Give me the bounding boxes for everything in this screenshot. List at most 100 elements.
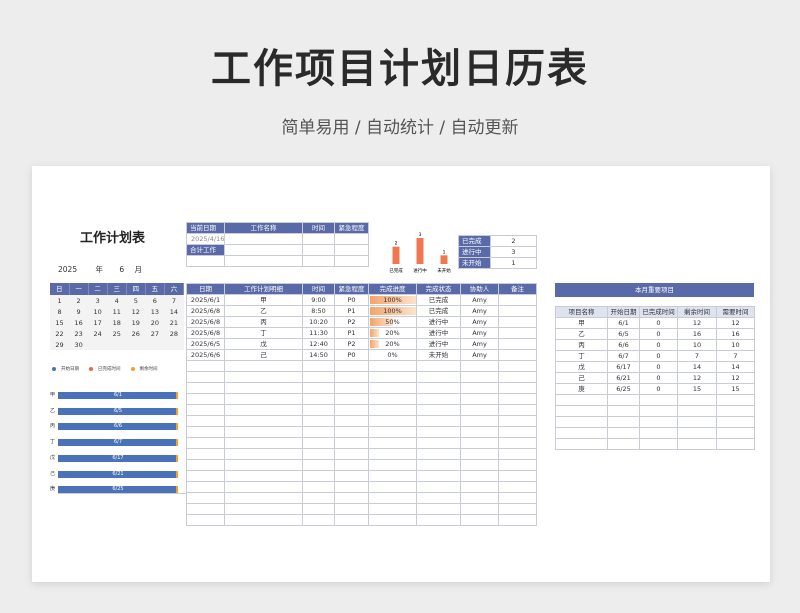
task-cell-state[interactable]: 已完成 — [416, 294, 461, 306]
task-empty-cell[interactable] — [224, 415, 303, 427]
task-empty-cell[interactable] — [368, 415, 417, 427]
project-empty-cell[interactable] — [716, 427, 755, 439]
task-progress-cell[interactable]: 100% — [368, 305, 417, 317]
task-empty-cell[interactable] — [498, 382, 537, 394]
task-cell-helper[interactable]: Amy — [460, 305, 499, 317]
task-empty-cell[interactable] — [302, 481, 335, 493]
task-cell-priority[interactable]: P1 — [334, 327, 369, 339]
calendar-day[interactable]: 20 — [145, 317, 165, 328]
project-empty-cell[interactable] — [677, 438, 717, 450]
calendar-day[interactable]: 13 — [145, 306, 165, 317]
project-cell-name[interactable]: 戊 — [555, 361, 608, 373]
project-cell-remain[interactable]: 15 — [677, 383, 717, 395]
task-empty-cell[interactable] — [224, 448, 303, 460]
task-empty-cell[interactable] — [498, 404, 537, 416]
project-cell-start[interactable]: 6/25 — [607, 383, 640, 395]
project-cell-done[interactable]: 0 — [639, 361, 678, 373]
info-cell[interactable] — [224, 244, 303, 256]
gantt-bar[interactable]: 6/17 — [58, 454, 178, 462]
task-empty-cell[interactable] — [498, 426, 537, 438]
project-cell-start[interactable]: 6/5 — [607, 328, 640, 340]
task-empty-cell[interactable] — [224, 481, 303, 493]
task-cell-detail[interactable]: 丁 — [224, 327, 303, 339]
task-empty-cell[interactable] — [334, 404, 369, 416]
task-empty-cell[interactable] — [368, 393, 417, 405]
status-count[interactable]: 2 — [490, 235, 537, 247]
project-cell-start[interactable]: 6/21 — [607, 372, 640, 384]
task-empty-cell[interactable] — [416, 481, 461, 493]
task-empty-cell[interactable] — [460, 382, 499, 394]
task-empty-cell[interactable] — [368, 492, 417, 504]
task-empty-cell[interactable] — [302, 404, 335, 416]
task-cell-time[interactable]: 10:20 — [302, 316, 335, 328]
task-cell-note[interactable] — [498, 349, 537, 361]
project-empty-cell[interactable] — [716, 416, 755, 428]
calendar-day[interactable] — [164, 339, 184, 350]
calendar-day[interactable]: 10 — [88, 306, 108, 317]
task-empty-cell[interactable] — [460, 459, 499, 471]
project-cell-remain[interactable]: 12 — [677, 372, 717, 384]
calendar-day[interactable]: 3 — [88, 295, 108, 306]
task-empty-cell[interactable] — [186, 437, 225, 449]
task-empty-cell[interactable] — [460, 371, 499, 383]
project-cell-name[interactable]: 丙 — [555, 339, 608, 351]
info-cell[interactable] — [186, 255, 225, 267]
task-empty-cell[interactable] — [186, 404, 225, 416]
task-cell-helper[interactable]: Amy — [460, 349, 499, 361]
calendar-day[interactable] — [107, 339, 127, 350]
project-empty-cell[interactable] — [716, 394, 755, 406]
calendar-day[interactable]: 26 — [126, 328, 146, 339]
task-cell-state[interactable]: 进行中 — [416, 338, 461, 350]
task-empty-cell[interactable] — [460, 426, 499, 438]
task-empty-cell[interactable] — [224, 382, 303, 394]
calendar-day[interactable]: 28 — [164, 328, 184, 339]
task-empty-cell[interactable] — [334, 448, 369, 460]
task-empty-cell[interactable] — [186, 470, 225, 482]
project-cell-done[interactable]: 0 — [639, 383, 678, 395]
project-empty-cell[interactable] — [716, 405, 755, 417]
gantt-bar[interactable]: 6/5 — [58, 407, 178, 415]
task-empty-cell[interactable] — [498, 393, 537, 405]
task-empty-cell[interactable] — [224, 503, 303, 515]
project-cell-name[interactable]: 己 — [555, 372, 608, 384]
task-empty-cell[interactable] — [186, 459, 225, 471]
task-empty-cell[interactable] — [498, 448, 537, 460]
task-empty-cell[interactable] — [334, 481, 369, 493]
task-cell-detail[interactable]: 戊 — [224, 338, 303, 350]
task-empty-cell[interactable] — [368, 360, 417, 372]
project-cell-need[interactable]: 12 — [716, 372, 755, 384]
task-empty-cell[interactable] — [498, 514, 537, 526]
task-empty-cell[interactable] — [416, 448, 461, 460]
task-empty-cell[interactable] — [368, 503, 417, 515]
task-empty-cell[interactable] — [460, 415, 499, 427]
task-empty-cell[interactable] — [302, 393, 335, 405]
calendar-day[interactable]: 17 — [88, 317, 108, 328]
task-empty-cell[interactable] — [460, 437, 499, 449]
project-empty-cell[interactable] — [677, 416, 717, 428]
task-cell-state[interactable]: 未开始 — [416, 349, 461, 361]
task-cell-priority[interactable]: P1 — [334, 305, 369, 317]
task-empty-cell[interactable] — [186, 503, 225, 515]
task-empty-cell[interactable] — [334, 382, 369, 394]
project-empty-cell[interactable] — [639, 416, 678, 428]
calendar-day[interactable]: 6 — [145, 295, 165, 306]
task-empty-cell[interactable] — [302, 382, 335, 394]
task-cell-time[interactable]: 8:50 — [302, 305, 335, 317]
task-empty-cell[interactable] — [302, 437, 335, 449]
task-cell-date[interactable]: 2025/6/8 — [186, 316, 225, 328]
task-empty-cell[interactable] — [224, 459, 303, 471]
task-empty-cell[interactable] — [302, 470, 335, 482]
calendar-day[interactable]: 16 — [69, 317, 89, 328]
task-cell-date[interactable]: 2025/6/8 — [186, 327, 225, 339]
calendar-day[interactable]: 11 — [107, 306, 127, 317]
task-empty-cell[interactable] — [334, 503, 369, 515]
task-cell-helper[interactable]: Amy — [460, 294, 499, 306]
task-empty-cell[interactable] — [416, 426, 461, 438]
calendar-day[interactable]: 5 — [126, 295, 146, 306]
project-cell-need[interactable]: 14 — [716, 361, 755, 373]
task-empty-cell[interactable] — [186, 415, 225, 427]
task-cell-note[interactable] — [498, 305, 537, 317]
task-empty-cell[interactable] — [302, 492, 335, 504]
calendar-day[interactable]: 18 — [107, 317, 127, 328]
task-empty-cell[interactable] — [368, 371, 417, 383]
